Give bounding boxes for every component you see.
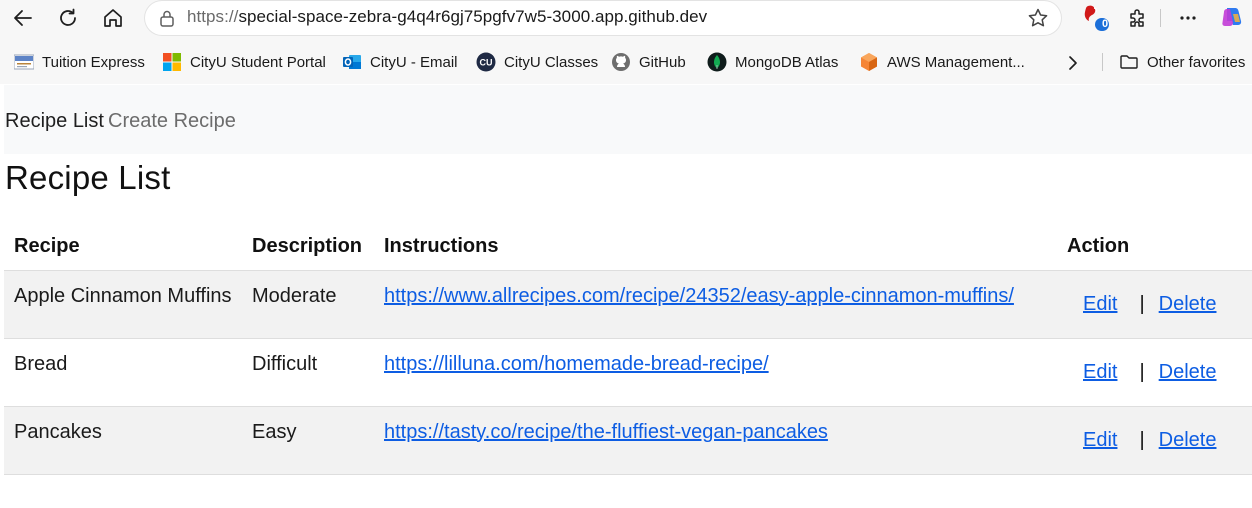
folder-icon (1119, 52, 1139, 72)
extension-badge-count: 0 (1101, 18, 1109, 30)
github-icon (611, 52, 631, 72)
recipe-table: Recipe Description Instructions Action A… (4, 225, 1252, 475)
delete-link[interactable]: Delete (1159, 429, 1217, 451)
lock-icon[interactable] (157, 8, 177, 28)
recipe-name: Apple Cinnamon Muffins (14, 284, 232, 307)
column-header-instructions: Instructions (384, 235, 499, 257)
recipe-name: Bread (14, 352, 68, 375)
toolbar-divider (1160, 9, 1161, 27)
page-title: Recipe List (5, 159, 171, 196)
favorite-mongodb-atlas[interactable]: MongoDB Atlas (707, 51, 838, 73)
page-content: Recipe List Create Recipe Recipe List Re… (4, 85, 1252, 508)
other-favorites-label: Other favorites (1147, 53, 1246, 71)
more-menu-icon[interactable] (1174, 5, 1202, 31)
favorite-cityu-student-portal[interactable]: CityU Student Portal (162, 51, 326, 73)
favorite-github[interactable]: GitHub (611, 51, 686, 73)
column-header-action: Action (1067, 235, 1130, 257)
extensions-puzzle-icon[interactable] (1124, 5, 1152, 31)
other-favorites[interactable]: Other favorites (1119, 51, 1245, 73)
favorites-divider (1102, 53, 1103, 71)
table-header-row: Recipe Description Instructions Action (4, 225, 1252, 270)
edit-link[interactable]: Edit (1083, 293, 1117, 315)
favorite-cityu-email[interactable]: CityU - Email (342, 51, 458, 73)
back-arrow-icon[interactable] (9, 5, 37, 31)
refresh-icon[interactable] (54, 5, 82, 31)
nav-brand-recipe-list[interactable]: Recipe List (5, 110, 104, 133)
url-scheme: https:// (187, 7, 239, 26)
url-host: special-space-zebra-g4q4r6gj75pgfv7w5-30… (238, 7, 708, 26)
home-icon[interactable] (99, 5, 127, 31)
favorite-label: AWS Management... (887, 53, 1025, 71)
column-header-recipe: Recipe (14, 235, 80, 257)
favorite-label: CityU Student Portal (190, 53, 326, 71)
favorites-bar: Tuition Express CityU Student Portal Cit… (0, 38, 1252, 84)
outlook-icon (342, 52, 362, 72)
favorite-label: GitHub (639, 53, 686, 71)
column-header-description: Description (252, 235, 363, 257)
tuition-express-icon (13, 52, 35, 72)
favorite-aws-management[interactable]: AWS Management... (859, 51, 1025, 73)
recipe-instructions-link[interactable]: https://tasty.co/recipe/the-fluffiest-ve… (384, 421, 828, 443)
favorite-cityu-classes[interactable]: CU CityU Classes (476, 51, 598, 73)
mongodb-icon (707, 52, 727, 72)
app-navbar: Recipe List Create Recipe (4, 85, 1252, 154)
recipe-description: Difficult (252, 352, 318, 375)
table-row: Apple Cinnamon Muffins Moderate https://… (4, 270, 1252, 338)
svg-text:CU: CU (480, 58, 493, 68)
favorite-label: CityU Classes (504, 53, 599, 71)
recipe-description: Easy (252, 420, 297, 443)
delete-link[interactable]: Delete (1159, 293, 1217, 315)
favorite-label: Tuition Express (42, 53, 145, 71)
edit-link[interactable]: Edit (1083, 429, 1117, 451)
table-row: Pancakes Easy https://tasty.co/recipe/th… (4, 406, 1252, 474)
favorite-label: CityU - Email (370, 53, 458, 71)
nav-link-create-recipe[interactable]: Create Recipe (108, 110, 236, 133)
url-text[interactable]: https://special-space-zebra-g4q4r6gj75pg… (187, 7, 707, 27)
copilot-icon[interactable] (1218, 5, 1246, 31)
favorite-label: MongoDB Atlas (735, 53, 839, 71)
aws-icon (859, 52, 879, 72)
recipe-instructions-link[interactable]: https://lilluna.com/homemade-bread-recip… (384, 353, 769, 375)
microsoft-logo-icon (162, 52, 182, 72)
more-favorites-chevron-icon[interactable] (1066, 52, 1080, 74)
favorite-tuition-express[interactable]: Tuition Express (13, 51, 145, 73)
extension-badge-icon[interactable]: 0 (1082, 4, 1110, 31)
recipe-instructions-link[interactable]: https://www.allrecipes.com/recipe/24352/… (384, 285, 1014, 307)
delete-link[interactable]: Delete (1159, 361, 1217, 383)
action-separator: | (1139, 360, 1145, 383)
cityu-icon: CU (476, 52, 496, 72)
action-separator: | (1139, 428, 1145, 451)
address-bar[interactable]: https://special-space-zebra-g4q4r6gj75pg… (145, 1, 1061, 35)
edit-link[interactable]: Edit (1083, 361, 1117, 383)
recipe-name: Pancakes (14, 420, 102, 443)
action-separator: | (1139, 292, 1145, 315)
recipe-description: Moderate (252, 284, 337, 307)
browser-toolbar: https://special-space-zebra-g4q4r6gj75pg… (0, 0, 1252, 38)
table-row: Bread Difficult https://lilluna.com/home… (4, 338, 1252, 406)
favorite-star-icon[interactable] (1027, 7, 1049, 29)
